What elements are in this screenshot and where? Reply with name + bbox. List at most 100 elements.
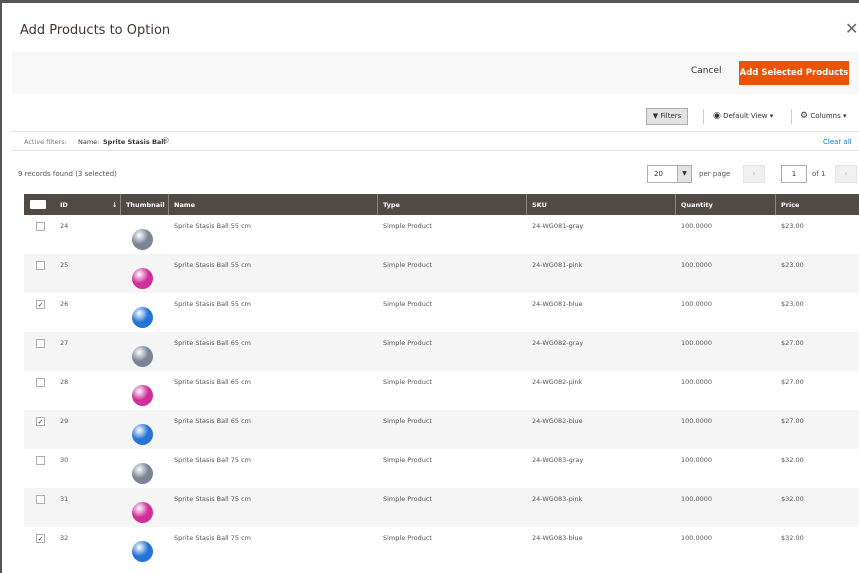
thumbnail-image [132, 229, 153, 250]
table-row[interactable]: ✓ 26 Sprite Stasis Ball 55 cm Simple Pro… [24, 293, 859, 332]
row-checkbox[interactable]: ✓ [36, 534, 45, 543]
table-row[interactable]: 30 Sprite Stasis Ball 75 cm Simple Produ… [24, 449, 859, 488]
chevron-down-icon: ▾ [769, 112, 774, 120]
chevron-down-icon[interactable]: ▼ [677, 166, 691, 182]
product-sku: 24-WG083-blue [532, 534, 583, 542]
thumbnail-image [132, 385, 153, 406]
column-divider [377, 194, 378, 215]
row-checkbox[interactable] [36, 339, 45, 348]
product-id: 25 [60, 261, 69, 269]
product-sku: 24-WG081-pink [532, 261, 583, 269]
product-sku: 24-WG081-blue [532, 300, 583, 308]
columns-label: Columns [810, 112, 841, 120]
product-quantity: 100.0000 [681, 378, 713, 386]
column-divider [120, 194, 121, 215]
row-checkbox[interactable] [36, 261, 45, 270]
product-sku: 24-WG081-gray [532, 222, 584, 230]
row-checkbox[interactable] [36, 378, 45, 387]
product-name: Sprite Stasis Ball 65 cm [174, 417, 252, 425]
thumbnail-image [132, 502, 153, 523]
product-quantity: 100.0000 [681, 534, 713, 542]
filter-value: Sprite Stasis Ball [103, 138, 166, 146]
row-checkbox[interactable]: ✓ [36, 300, 45, 309]
product-quantity: 100.0000 [681, 261, 713, 269]
product-quantity: 100.0000 [681, 456, 713, 464]
product-id: 26 [60, 300, 69, 308]
table-row[interactable]: 31 Sprite Stasis Ball 75 cm Simple Produ… [24, 488, 859, 527]
product-id: 32 [60, 534, 69, 542]
product-id: 27 [60, 339, 69, 347]
product-price: $23.00 [781, 222, 804, 230]
product-type: Simple Product [383, 261, 432, 269]
column-header-thumbnail: Thumbnail [126, 201, 165, 209]
product-name: Sprite Stasis Ball 65 cm [174, 378, 252, 386]
column-header-type[interactable]: Type [383, 201, 400, 209]
product-name: Sprite Stasis Ball 65 cm [174, 339, 252, 347]
row-checkbox[interactable] [36, 222, 45, 231]
default-view-dropdown[interactable]: ◉ Default View ▾ [713, 111, 773, 121]
previous-page-button[interactable]: ‹ [743, 165, 765, 183]
column-header-price[interactable]: Price [781, 201, 799, 209]
active-filters-label: Active filters: [24, 138, 67, 146]
product-quantity: 100.0000 [681, 222, 713, 230]
add-selected-products-button[interactable]: Add Selected Products [739, 61, 849, 85]
column-header-quantity[interactable]: Quantity [681, 201, 713, 209]
toolbar-divider [791, 109, 792, 124]
columns-dropdown[interactable]: ⚙ Columns ▾ [800, 111, 847, 121]
grid-body: 24 Sprite Stasis Ball 55 cm Simple Produ… [24, 215, 859, 566]
product-type: Simple Product [383, 456, 432, 464]
product-id: 31 [60, 495, 69, 503]
thumbnail-image [132, 307, 153, 328]
mass-select-checkbox[interactable] [30, 200, 46, 209]
product-quantity: 100.0000 [681, 417, 713, 425]
cancel-button[interactable]: Cancel [691, 66, 722, 76]
per-page-select[interactable]: 20 ▼ [647, 165, 692, 183]
next-page-button[interactable]: › [835, 165, 857, 183]
filter-name-label: Name: [78, 138, 100, 146]
column-header-name[interactable]: Name [174, 201, 195, 209]
close-icon[interactable]: ✕ [845, 21, 858, 37]
table-row[interactable]: 25 Sprite Stasis Ball 55 cm Simple Produ… [24, 254, 859, 293]
table-row[interactable]: 24 Sprite Stasis Ball 55 cm Simple Produ… [24, 215, 859, 254]
page-total-label: of 1 [812, 170, 826, 178]
active-filters-bar: Active filters: Name: Sprite Stasis Ball… [12, 131, 859, 151]
remove-filter-icon[interactable]: ⊗ [162, 136, 170, 146]
records-count: 9 records found (3 selected) [18, 170, 117, 178]
product-type: Simple Product [383, 222, 432, 230]
row-checkbox[interactable]: ✓ [36, 417, 45, 426]
modal-title: Add Products to Option [20, 23, 171, 38]
page-number-input[interactable]: 1 [781, 165, 807, 183]
table-row[interactable]: ✓ 29 Sprite Stasis Ball 65 cm Simple Pro… [24, 410, 859, 449]
product-price: $27.00 [781, 339, 804, 347]
table-row[interactable]: ✓ 32 Sprite Stasis Ball 75 cm Simple Pro… [24, 527, 859, 566]
product-sku: 24-WG083-gray [532, 456, 584, 464]
clear-all-link[interactable]: Clear all [823, 138, 852, 146]
row-checkbox[interactable] [36, 495, 45, 504]
product-type: Simple Product [383, 417, 432, 425]
products-grid: ID ↓ Thumbnail Name Type SKU Quantity Pr… [24, 194, 859, 566]
product-price: $27.00 [781, 417, 804, 425]
table-row[interactable]: 27 Sprite Stasis Ball 65 cm Simple Produ… [24, 332, 859, 371]
eye-icon: ◉ [713, 111, 721, 121]
table-row[interactable]: 28 Sprite Stasis Ball 65 cm Simple Produ… [24, 371, 859, 410]
column-divider [675, 194, 676, 215]
thumbnail-image [132, 268, 153, 289]
product-name: Sprite Stasis Ball 55 cm [174, 300, 252, 308]
product-sku: 24-WG083-pink [532, 495, 583, 503]
product-type: Simple Product [383, 300, 432, 308]
product-name: Sprite Stasis Ball 75 cm [174, 456, 252, 464]
per-page-label: per page [699, 170, 731, 178]
filter-icon: ▼ [652, 112, 659, 120]
product-name: Sprite Stasis Ball 75 cm [174, 495, 252, 503]
product-quantity: 100.0000 [681, 339, 713, 347]
filters-button[interactable]: ▼ Filters [646, 108, 688, 125]
column-header-id[interactable]: ID [60, 201, 68, 209]
grid-header: ID ↓ Thumbnail Name Type SKU Quantity Pr… [24, 194, 859, 215]
product-id: 30 [60, 456, 69, 464]
product-name: Sprite Stasis Ball 75 cm [174, 534, 252, 542]
view-label: Default View [723, 112, 768, 120]
row-checkbox[interactable] [36, 456, 45, 465]
column-header-sku[interactable]: SKU [532, 201, 547, 209]
product-name: Sprite Stasis Ball 55 cm [174, 222, 252, 230]
product-name: Sprite Stasis Ball 55 cm [174, 261, 252, 269]
